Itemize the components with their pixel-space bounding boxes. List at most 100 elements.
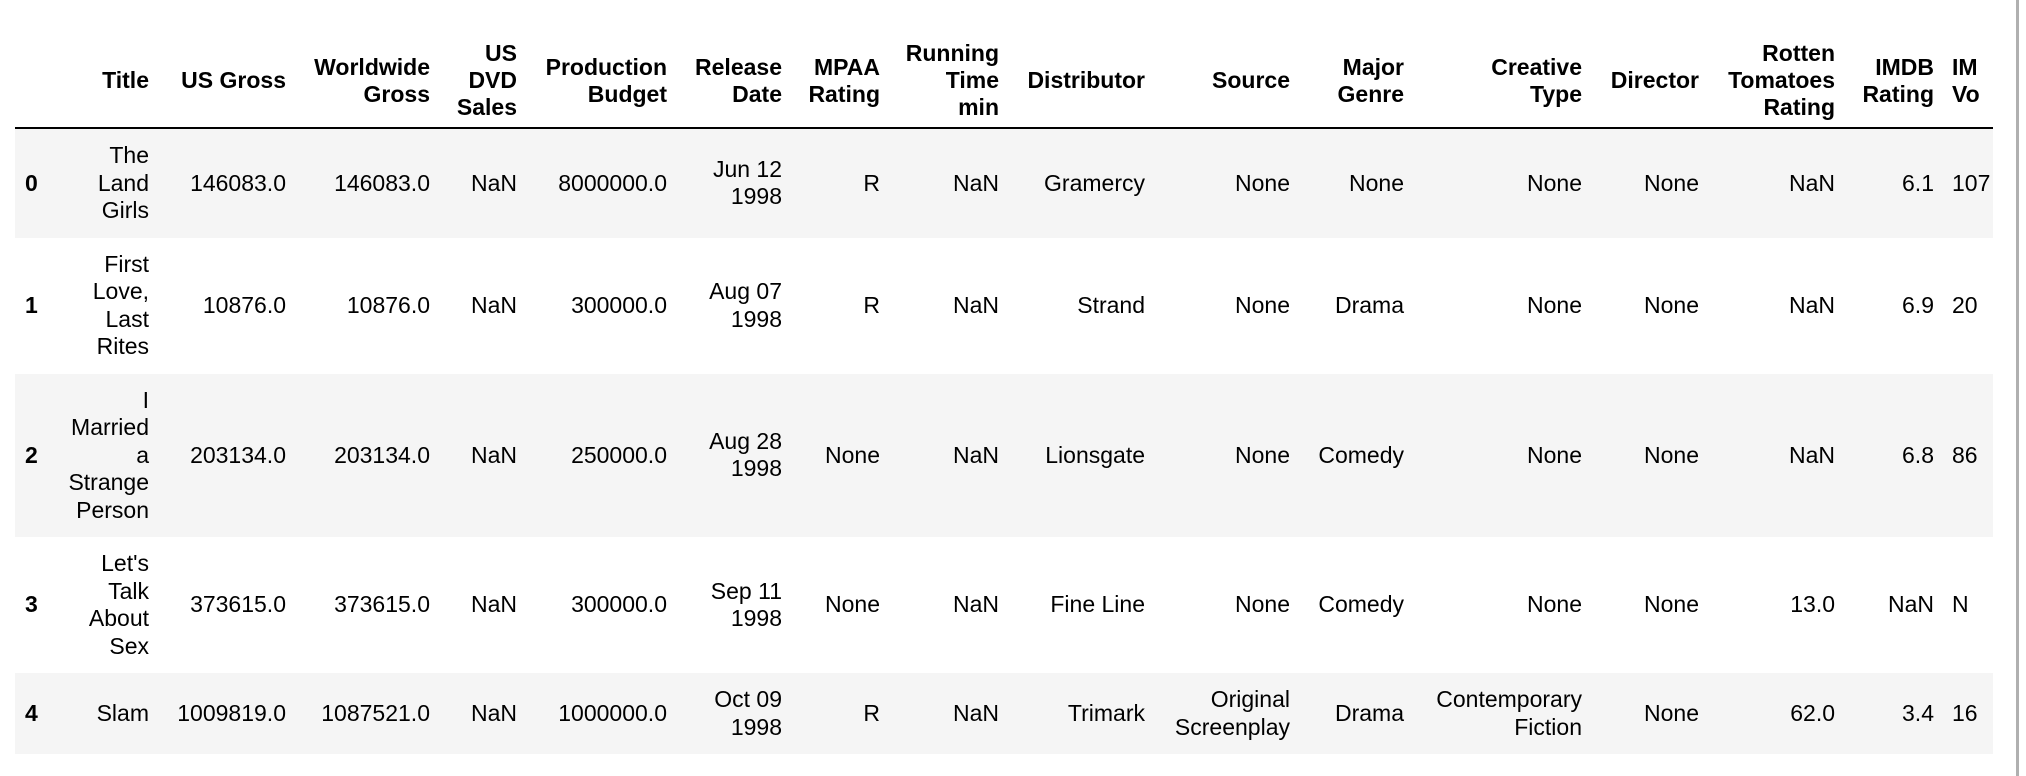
- cell-director: None: [1644, 591, 1699, 618]
- cell-us-dvd-sales: NaN: [470, 591, 517, 618]
- cell-imdb-rating: NaN: [1887, 591, 1934, 618]
- cell-mpaa-rating: R: [863, 291, 880, 318]
- cell-rotten-tomatoes-rating: 13.0: [1790, 591, 1835, 618]
- cell-creative-type: Contemporary Fiction: [1414, 673, 1592, 754]
- column-header-source: Source: [1155, 34, 1300, 129]
- cell-worldwide-gross: 373615.0: [334, 591, 430, 618]
- cell-source: None: [1155, 373, 1300, 537]
- column-header-running-time: Running Time min: [890, 34, 1009, 129]
- column-header-rotten-tomatoes-rating: Rotten Tomatoes Rating: [1709, 34, 1845, 129]
- cell-creative-type: None: [1414, 373, 1592, 537]
- cell-director: None: [1592, 373, 1709, 537]
- column-header-us-dvd-sales: US DVD Sales: [440, 34, 527, 129]
- cell-index: 1: [25, 291, 38, 318]
- cell-worldwide-gross: 146083.0: [296, 128, 440, 238]
- cell-rotten-tomatoes-rating: 62.0: [1709, 673, 1845, 754]
- cell-rotten-tomatoes-rating: NaN: [1788, 291, 1835, 318]
- cell-mpaa-rating: None: [825, 591, 880, 618]
- cell-us-gross: 373615.0: [190, 591, 286, 618]
- cell-imdb-votes: 16: [1944, 673, 1993, 754]
- column-header-creative-type: Creative Type: [1414, 34, 1592, 129]
- cell-source: Original Screenplay: [1155, 673, 1300, 754]
- cell-imdb-rating: 6.9: [1902, 291, 1934, 318]
- cell-imdb-votes: 20: [1952, 291, 1978, 318]
- cell-worldwide-gross: 1087521.0: [296, 673, 440, 754]
- cell-creative-type: None: [1527, 591, 1582, 618]
- cell-running-time: NaN: [890, 373, 1009, 537]
- cell-release-date: Aug 28 1998: [677, 373, 792, 537]
- column-header-major-genre: Major Genre: [1300, 34, 1414, 129]
- cell-production-budget: 1000000.0: [527, 673, 677, 754]
- cell-us-gross: 1009819.0: [159, 673, 296, 754]
- cell-distributor: Gramercy: [1009, 128, 1155, 238]
- cell-running-time: NaN: [890, 673, 1009, 754]
- column-header-worldwide-gross: Worldwide Gross: [296, 34, 440, 129]
- cell-title: The Land Girls: [60, 128, 159, 238]
- cell-director: None: [1592, 128, 1709, 238]
- column-header-imdb-rating: IMDB Rating: [1845, 34, 1944, 129]
- cell-production-budget: 300000.0: [571, 591, 667, 618]
- column-header-title: Title: [60, 34, 159, 129]
- cell-worldwide-gross: 10876.0: [346, 291, 430, 318]
- cell-rotten-tomatoes-rating: NaN: [1709, 373, 1845, 537]
- dataframe-table: Title US Gross Worldwide Gross US DVD Sales…: [15, 34, 1993, 754]
- cell-us-gross: 10876.0: [202, 291, 286, 318]
- cell-us-gross: 203134.0: [159, 373, 296, 537]
- cell-us-dvd-sales: NaN: [470, 291, 517, 318]
- cell-imdb-votes: 107: [1944, 128, 1993, 238]
- cell-source: None: [1235, 591, 1290, 618]
- cell-mpaa-rating: R: [792, 128, 890, 238]
- cell-running-time: NaN: [952, 291, 999, 318]
- table-row: 1 First Love, Last Rites 10876.0 10876.0 NaN…: [15, 238, 1993, 374]
- cell-index: 4: [15, 673, 60, 754]
- column-header-release-date: Release Date: [677, 34, 792, 129]
- cell-title: Let's Talk About Sex: [88, 550, 149, 659]
- cell-release-date: Aug 07 1998: [709, 278, 782, 332]
- cell-running-time: NaN: [890, 128, 1009, 238]
- cell-creative-type: None: [1414, 128, 1592, 238]
- cell-source: None: [1155, 128, 1300, 238]
- cell-us-dvd-sales: NaN: [440, 128, 527, 238]
- cell-director: None: [1644, 291, 1699, 318]
- dataframe-output: Title US Gross Worldwide Gross US DVD Sales…: [15, 34, 1993, 754]
- table-row: 4 Slam 1009819.0 1087521.0 NaN 1000000.0 Oct 0…: [15, 673, 1993, 754]
- cell-major-genre: Drama: [1334, 291, 1404, 318]
- cell-index: 0: [15, 128, 60, 238]
- cell-distributor: Strand: [1077, 291, 1145, 318]
- column-header-production-budget: Production Budget: [527, 34, 677, 129]
- cell-release-date: Oct 09 1998: [677, 673, 792, 754]
- cell-us-dvd-sales: NaN: [440, 673, 527, 754]
- cell-index: 3: [25, 591, 38, 618]
- column-header-imdb-votes: IM Vo: [1944, 34, 1993, 129]
- cell-title: Slam: [60, 673, 159, 754]
- cell-major-genre: None: [1300, 128, 1414, 238]
- cell-worldwide-gross: 203134.0: [296, 373, 440, 537]
- cell-imdb-votes: N: [1952, 591, 1969, 618]
- cell-imdb-rating: 6.1: [1845, 128, 1944, 238]
- cell-imdb-rating: 3.4: [1845, 673, 1944, 754]
- cell-title: I Married a Strange Person: [60, 373, 159, 537]
- cell-major-genre: Drama: [1300, 673, 1414, 754]
- cell-production-budget: 250000.0: [527, 373, 677, 537]
- cell-index: 2: [15, 373, 60, 537]
- cell-mpaa-rating: None: [792, 373, 890, 537]
- column-header-distributor: Distributor: [1009, 34, 1155, 129]
- cell-imdb-votes: 86: [1944, 373, 1993, 537]
- column-header-director: Director: [1592, 34, 1709, 129]
- cell-major-genre: Comedy: [1300, 373, 1414, 537]
- cell-release-date: Jun 12 1998: [677, 128, 792, 238]
- cell-mpaa-rating: R: [792, 673, 890, 754]
- cell-distributor: Lionsgate: [1009, 373, 1155, 537]
- table-row: 0 The Land Girls 146083.0 146083.0 NaN 800000…: [15, 128, 1993, 238]
- table-row: 3 Let's Talk About Sex 373615.0 373615.0 NaN…: [15, 537, 1993, 673]
- cell-source: None: [1235, 291, 1290, 318]
- cell-us-dvd-sales: NaN: [440, 373, 527, 537]
- cell-imdb-rating: 6.8: [1845, 373, 1944, 537]
- cell-release-date: Sep 11 1998: [710, 577, 782, 632]
- header-row: Title US Gross Worldwide Gross US DVD Sales…: [15, 34, 1993, 129]
- cell-director: None: [1592, 673, 1709, 754]
- cell-production-budget: 8000000.0: [527, 128, 677, 238]
- cell-rotten-tomatoes-rating: NaN: [1709, 128, 1845, 238]
- vertical-scrollbar[interactable]: [2016, 0, 2019, 776]
- cell-us-gross: 146083.0: [159, 128, 296, 238]
